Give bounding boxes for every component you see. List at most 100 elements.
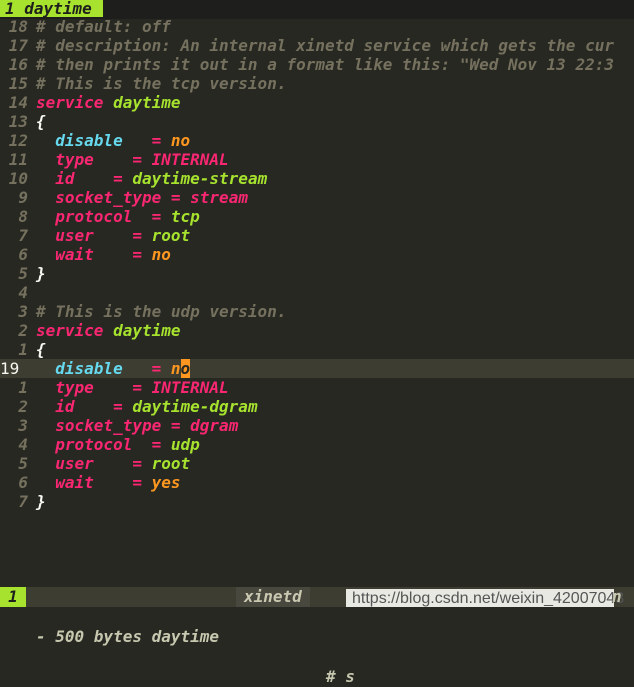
status-extra: # s (326, 667, 355, 686)
line-number: 3 (18, 302, 28, 321)
line-code: socket_type = dgram (36, 416, 238, 435)
code-line[interactable]: 12 disable = no (0, 131, 634, 150)
code-line[interactable]: 2 service daytime (0, 321, 634, 340)
current-line[interactable]: 19 disable = no (0, 359, 634, 378)
code-token: } (36, 264, 46, 283)
line-number: 5 (18, 454, 28, 473)
line-number: 17 (8, 36, 28, 55)
code-token: udp (170, 435, 200, 454)
code-line[interactable]: 11 type = INTERNAL (0, 150, 634, 169)
code-line[interactable]: 3 socket_type = dgram (0, 416, 634, 435)
code-line[interactable]: 5} (0, 264, 634, 283)
line-number: 12 (8, 131, 28, 150)
line-code: } (36, 264, 46, 283)
code-line[interactable]: 14 service daytime (0, 93, 634, 112)
line-number: 1 (18, 378, 28, 397)
code-token: = (151, 131, 162, 150)
code-line[interactable]: 18 # default: off (0, 17, 634, 36)
code-line[interactable]: 5 user = root (0, 454, 634, 473)
code-line[interactable]: 3 # This is the udp version. (0, 302, 634, 321)
code-line[interactable]: 4 protocol = udp (0, 435, 634, 454)
code-token: = (151, 435, 162, 454)
line-code: # This is the tcp version. (36, 74, 286, 93)
code-token: user (55, 226, 94, 245)
code-token: # then prints it out in a format like th… (36, 55, 614, 74)
tab-daytime[interactable]: 1 daytime (0, 0, 103, 17)
line-code: protocol = udp (36, 435, 200, 454)
code-token: protocol (55, 207, 133, 226)
code-line[interactable]: 16 # then prints it out in a format like … (0, 55, 634, 74)
status-file-info: - 500 bytes daytime (36, 627, 220, 646)
code-line[interactable]: 8 protocol = tcp (0, 207, 634, 226)
code-line[interactable]: 10 id = daytime-stream (0, 169, 634, 188)
code-token: type (55, 378, 94, 397)
code-token: id (55, 169, 75, 188)
code-line[interactable]: 6 wait = yes (0, 473, 634, 492)
code-token: disable (55, 131, 123, 150)
code-token: type (55, 150, 94, 169)
code-token: user (55, 454, 94, 473)
command-line[interactable] (0, 607, 634, 620)
code-token: root (151, 226, 191, 245)
editor-buffer[interactable]: 18 # default: off 17 # description: An inte… (0, 17, 634, 511)
line-number: 2 (18, 397, 28, 416)
code-line[interactable]: 6 wait = no (0, 245, 634, 264)
line-number: 14 (8, 93, 28, 112)
code-token: wait (55, 245, 94, 264)
code-line[interactable]: 17 # description: An internal xinetd serv… (0, 36, 634, 55)
code-line[interactable]: 7} (0, 492, 634, 511)
line-code: wait = yes (36, 473, 181, 492)
code-token: # default: off (36, 17, 171, 36)
line-number: 1 (18, 340, 28, 359)
code-line[interactable]: 7 user = root (0, 226, 634, 245)
code-token: = (113, 169, 123, 188)
line-number: 11 (8, 150, 28, 169)
line-number: 2 (18, 321, 28, 340)
code-token: yes (151, 473, 181, 492)
code-line[interactable]: 13 { (0, 112, 634, 131)
code-token: = (132, 378, 142, 397)
code-token: daytime (113, 93, 181, 112)
code-token: protocol (55, 435, 133, 454)
code-line[interactable]: 15 # This is the tcp version. (0, 74, 634, 93)
line-code: service daytime (36, 321, 181, 340)
line-number: 10 (8, 169, 28, 188)
code-token: = (170, 416, 181, 435)
code-line[interactable]: 4 (0, 283, 634, 302)
code-token: # description: An internal xinetd servic… (36, 36, 614, 55)
code-token: service (36, 321, 104, 340)
code-token: no (170, 131, 191, 150)
line-code: # This is the udp version. (36, 302, 286, 321)
code-token: = (132, 454, 142, 473)
line-number: 4 (18, 283, 28, 302)
code-line[interactable]: 1 type = INTERNAL (0, 378, 634, 397)
line-number: 13 (8, 112, 28, 131)
line-number: 7 (18, 226, 28, 245)
code-token: INTERNAL (151, 150, 229, 169)
code-line[interactable]: 1{ (0, 340, 634, 359)
code-line[interactable]: 9 socket_type = stream (0, 188, 634, 207)
code-token: = (132, 473, 142, 492)
code-token: = (113, 397, 123, 416)
code-token: daytime (113, 321, 181, 340)
code-line[interactable]: 2 id = daytime-dgram (0, 397, 634, 416)
line-number: 19 (0, 359, 20, 378)
line-number: 6 (18, 473, 28, 492)
